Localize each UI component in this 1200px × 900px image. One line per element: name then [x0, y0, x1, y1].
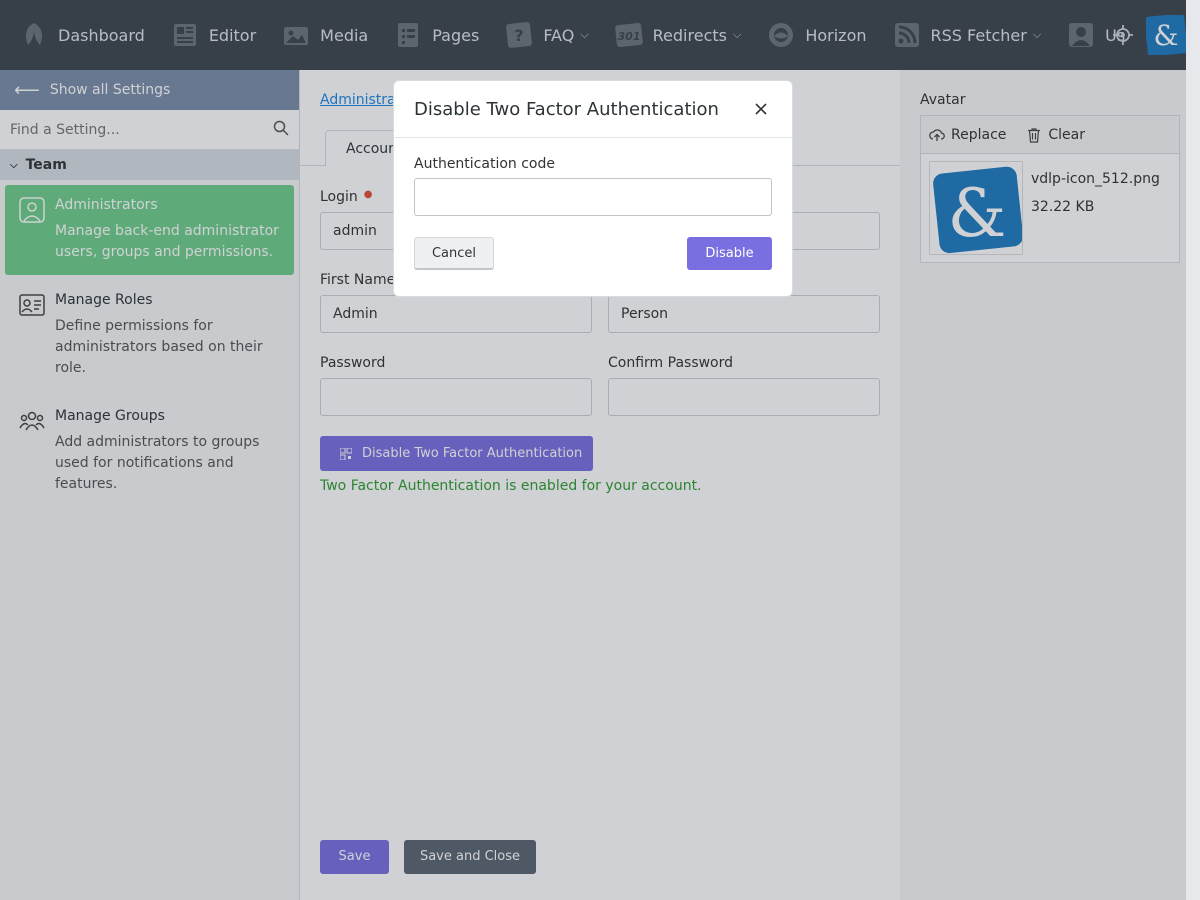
scrollbar[interactable]: [1186, 0, 1200, 900]
disable-2fa-modal: Disable Two Factor Authentication Authen…: [393, 80, 793, 297]
modal-header: Disable Two Factor Authentication: [394, 81, 792, 138]
disable-button[interactable]: Disable: [687, 237, 772, 270]
auth-code-input[interactable]: [414, 178, 772, 216]
modal-title: Disable Two Factor Authentication: [414, 98, 719, 120]
auth-code-label: Authentication code: [414, 156, 555, 172]
close-icon[interactable]: [752, 100, 770, 118]
cancel-button[interactable]: Cancel: [414, 237, 494, 270]
